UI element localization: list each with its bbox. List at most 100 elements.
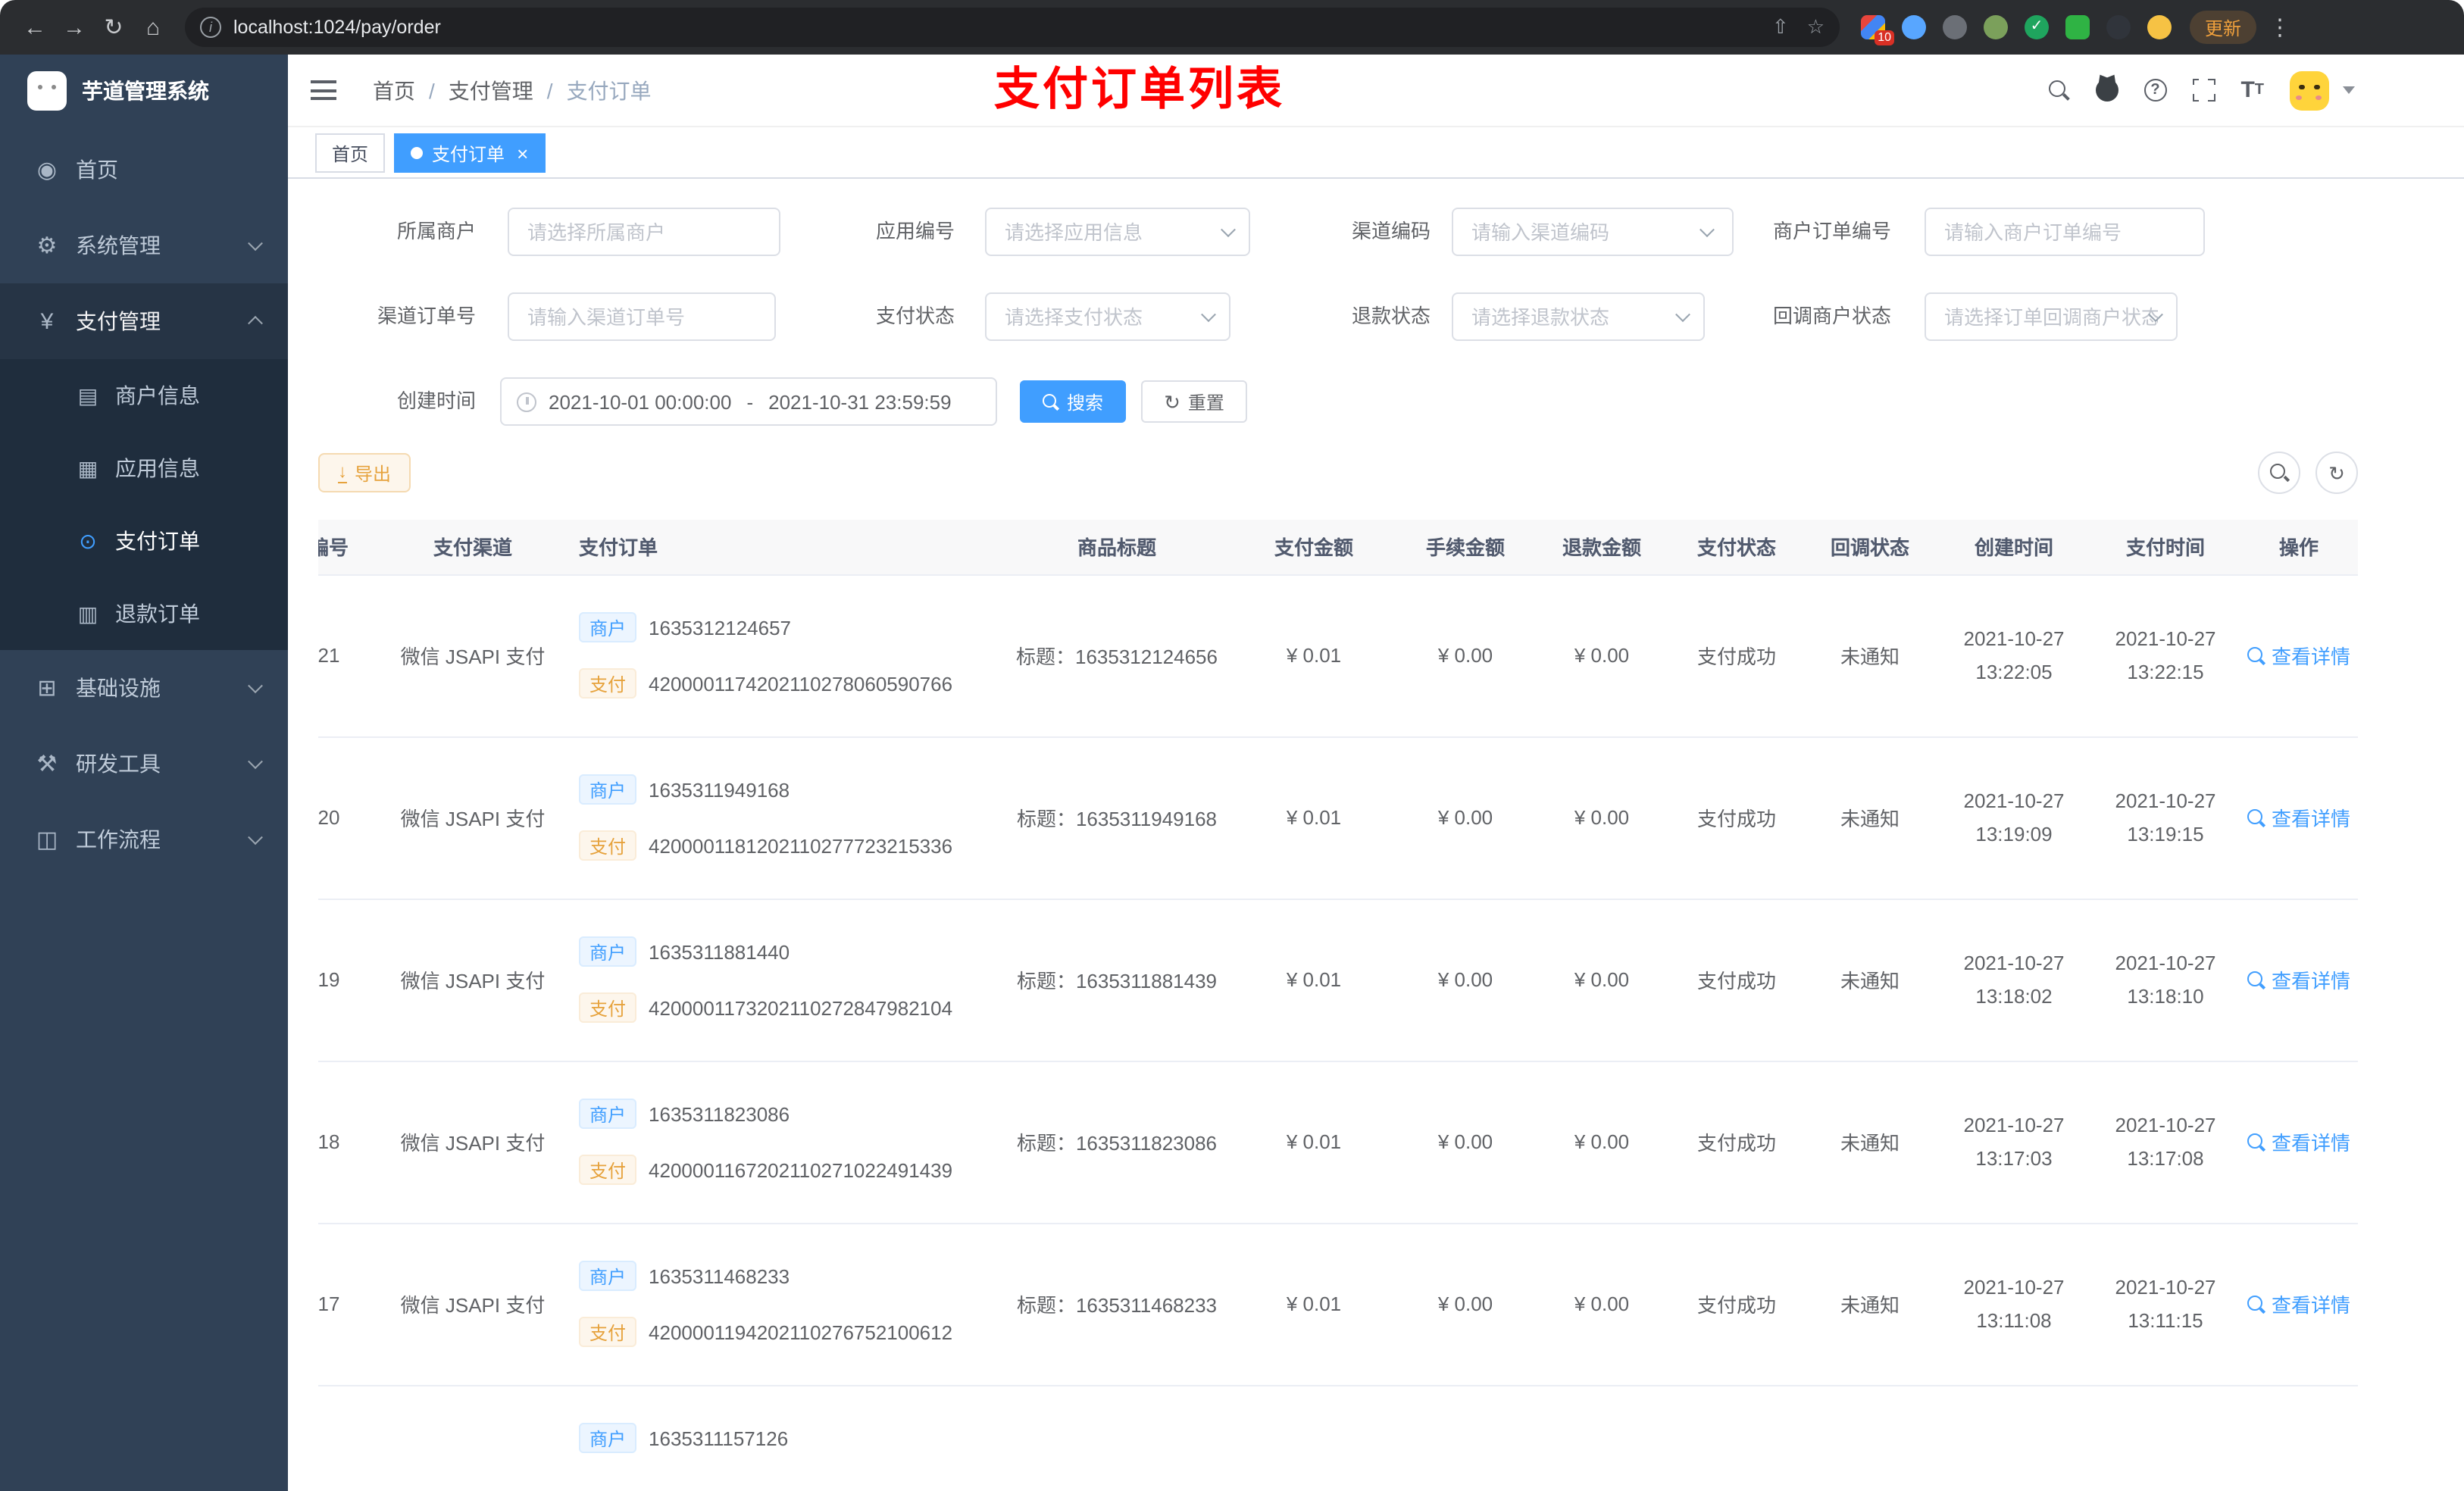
reset-button[interactable]: ↻ 重置 <box>1141 380 1247 423</box>
refund-amount <box>1534 1385 1670 1491</box>
create-time-range-picker[interactable]: 2021-10-01 00:00:00 - 2021-10-31 23:59:5… <box>500 377 997 426</box>
extension-icon[interactable] <box>1943 15 1967 39</box>
back-icon[interactable]: ← <box>15 14 55 40</box>
view-detail-link[interactable]: 查看详情 <box>2247 965 2350 994</box>
sidebar-toggle-icon[interactable] <box>311 80 336 100</box>
magnifier-icon <box>2247 1133 2265 1151</box>
channel-code-input[interactable] <box>1452 208 1734 256</box>
extension-icon[interactable]: ✓ <box>2025 15 2049 39</box>
chevron-down-icon <box>248 754 263 770</box>
font-size-icon[interactable]: TT <box>2240 77 2264 103</box>
avatar-caret-icon[interactable] <box>2343 86 2355 94</box>
export-button[interactable]: ↓ 导出 <box>318 453 411 492</box>
refund-amount: ¥ 0.00 <box>1534 1223 1670 1386</box>
product-title: 标题：1635311881439 <box>1003 899 1230 1061</box>
pay-status-select[interactable] <box>985 292 1230 341</box>
merchant-tag: 商户 <box>579 1261 637 1291</box>
help-icon[interactable]: ? <box>2143 79 2167 102</box>
breadcrumb-separator: / <box>429 78 435 102</box>
bookmark-star-icon[interactable]: ☆ <box>1807 15 1825 39</box>
filter-label: 渠道编码 <box>1351 220 1431 242</box>
date-end: 2021-10-31 23:59:59 <box>768 390 952 413</box>
fullscreen-icon[interactable] <box>2187 74 2220 106</box>
check-icon: ✓ <box>2030 18 2043 35</box>
breadcrumb-payment[interactable]: 支付管理 <box>449 75 533 105</box>
sidebar-item-workflow[interactable]: ◫ 工作流程 <box>0 802 288 877</box>
search-icon[interactable] <box>2048 80 2069 101</box>
channel-pay-no: 4200001167202110271022491439 <box>649 1158 953 1181</box>
pay-time-cell: 2021-10-27 13:17:08 <box>2091 1061 2240 1224</box>
user-avatar[interactable] <box>2290 70 2329 110</box>
browser-menu-icon[interactable]: ⋮ <box>2269 14 2291 41</box>
pay-status: 支付成功 <box>1670 736 1803 899</box>
order-table: 编号 支付渠道 支付订单 商品标题 支付金额 手续金额 退款金额 支付状态 回调… <box>318 520 2434 1491</box>
browser-update-button[interactable]: 更新 <box>2190 11 2257 44</box>
sidebar-item-label: 支付管理 <box>76 309 161 333</box>
sidebar-item-refund-order[interactable]: ▥ 退款订单 <box>0 577 288 650</box>
github-icon[interactable] <box>2095 79 2118 102</box>
extension-icon[interactable] <box>2065 15 2090 39</box>
view-detail-link[interactable]: 查看详情 <box>2247 1289 2350 1318</box>
fee-amount: ¥ 0.00 <box>1397 1061 1534 1224</box>
sidebar-item-home[interactable]: ◉ 首页 <box>0 132 288 208</box>
actions-cell: 查看详情 <box>2240 1223 2358 1386</box>
share-icon[interactable]: ⇧ <box>1772 15 1789 39</box>
channel-order-no-input[interactable] <box>508 292 776 341</box>
extension-icon[interactable]: 10 <box>1861 15 1894 45</box>
filter-label: 支付状态 <box>875 305 955 327</box>
notify-status <box>1803 1385 1937 1491</box>
extension-badge: 10 <box>1875 30 1894 45</box>
col-channel: 支付渠道 <box>382 520 564 575</box>
table-row: 17 微信 JSAPI 支付 商户 1635311468233 支付 42000… <box>318 1223 2358 1386</box>
sidebar-item-app-info[interactable]: ▦ 应用信息 <box>0 432 288 505</box>
col-id: 编号 <box>318 520 382 575</box>
merchant-order-no-input[interactable] <box>1925 208 2205 256</box>
sidebar: 芋道管理系统 ◉ 首页 ⚙ 系统管理 ¥ 支付管理 ▤ 商户信息 ▦ 应用信息 … <box>0 55 288 1491</box>
tools-icon: ⚒ <box>36 752 58 777</box>
hide-search-button[interactable] <box>2258 452 2300 494</box>
extension-icon[interactable] <box>1984 15 2008 39</box>
merchant-order-no: 1635312124657 <box>649 616 792 639</box>
search-button[interactable]: 搜索 <box>1020 380 1126 423</box>
reload-icon[interactable]: ↻ <box>94 14 133 41</box>
magnifier-icon <box>2247 808 2265 827</box>
channel-pay-no: 4200001173202110272847982104 <box>649 996 953 1019</box>
view-detail-link[interactable]: 查看详情 <box>2247 1127 2350 1156</box>
product-title: 标题：1635311468233 <box>1003 1223 1230 1386</box>
notify-status-select[interactable] <box>1925 292 2178 341</box>
sidebar-item-pay-order[interactable]: ⊙ 支付订单 <box>0 505 288 577</box>
app-select[interactable] <box>985 208 1250 256</box>
sidebar-item-merchant-info[interactable]: ▤ 商户信息 <box>0 359 288 432</box>
profile-avatar-icon[interactable] <box>2147 15 2172 39</box>
breadcrumb-home[interactable]: 首页 <box>373 75 415 105</box>
home-nav-icon[interactable]: ⌂ <box>133 14 173 40</box>
refund-status-select[interactable] <box>1452 292 1705 341</box>
close-icon[interactable]: × <box>517 143 528 163</box>
sidebar-item-payment[interactable]: ¥ 支付管理 <box>0 283 288 359</box>
url-text: localhost:1024/pay/order <box>233 17 441 38</box>
info-icon[interactable]: i <box>200 17 221 38</box>
sidebar-item-dev-tools[interactable]: ⚒ 研发工具 <box>0 726 288 802</box>
merchant-select[interactable] <box>508 208 780 256</box>
clock-icon <box>517 392 536 411</box>
sidebar-item-system[interactable]: ⚙ 系统管理 <box>0 208 288 283</box>
fee-amount: ¥ 0.00 <box>1397 736 1534 899</box>
sidebar-item-infrastructure[interactable]: ⊞ 基础设施 <box>0 650 288 726</box>
refresh-table-button[interactable]: ↻ <box>2315 452 2358 494</box>
forward-icon[interactable]: → <box>55 14 94 40</box>
record-icon: ⊙ <box>79 528 97 552</box>
extension-icon[interactable] <box>1902 15 1926 39</box>
export-button-label: 导出 <box>355 463 392 484</box>
view-detail-link[interactable]: 查看详情 <box>2247 641 2350 670</box>
extension-icon[interactable] <box>2106 15 2131 39</box>
filter-label: 应用编号 <box>875 220 955 242</box>
url-bar[interactable]: i localhost:1024/pay/order ⇧ ☆ <box>185 8 1840 47</box>
filter-label: 所属商户 <box>396 220 476 242</box>
view-detail-link[interactable]: 查看详情 <box>2247 803 2350 832</box>
tab-pay-order[interactable]: 支付订单 × <box>394 133 546 173</box>
app-logo[interactable]: 芋道管理系统 <box>0 55 288 127</box>
tab-home[interactable]: 首页 <box>315 133 386 173</box>
col-notify: 回调状态 <box>1803 520 1937 575</box>
app-title: 芋道管理系统 <box>82 79 209 103</box>
create-time-cell <box>1937 1385 2091 1491</box>
